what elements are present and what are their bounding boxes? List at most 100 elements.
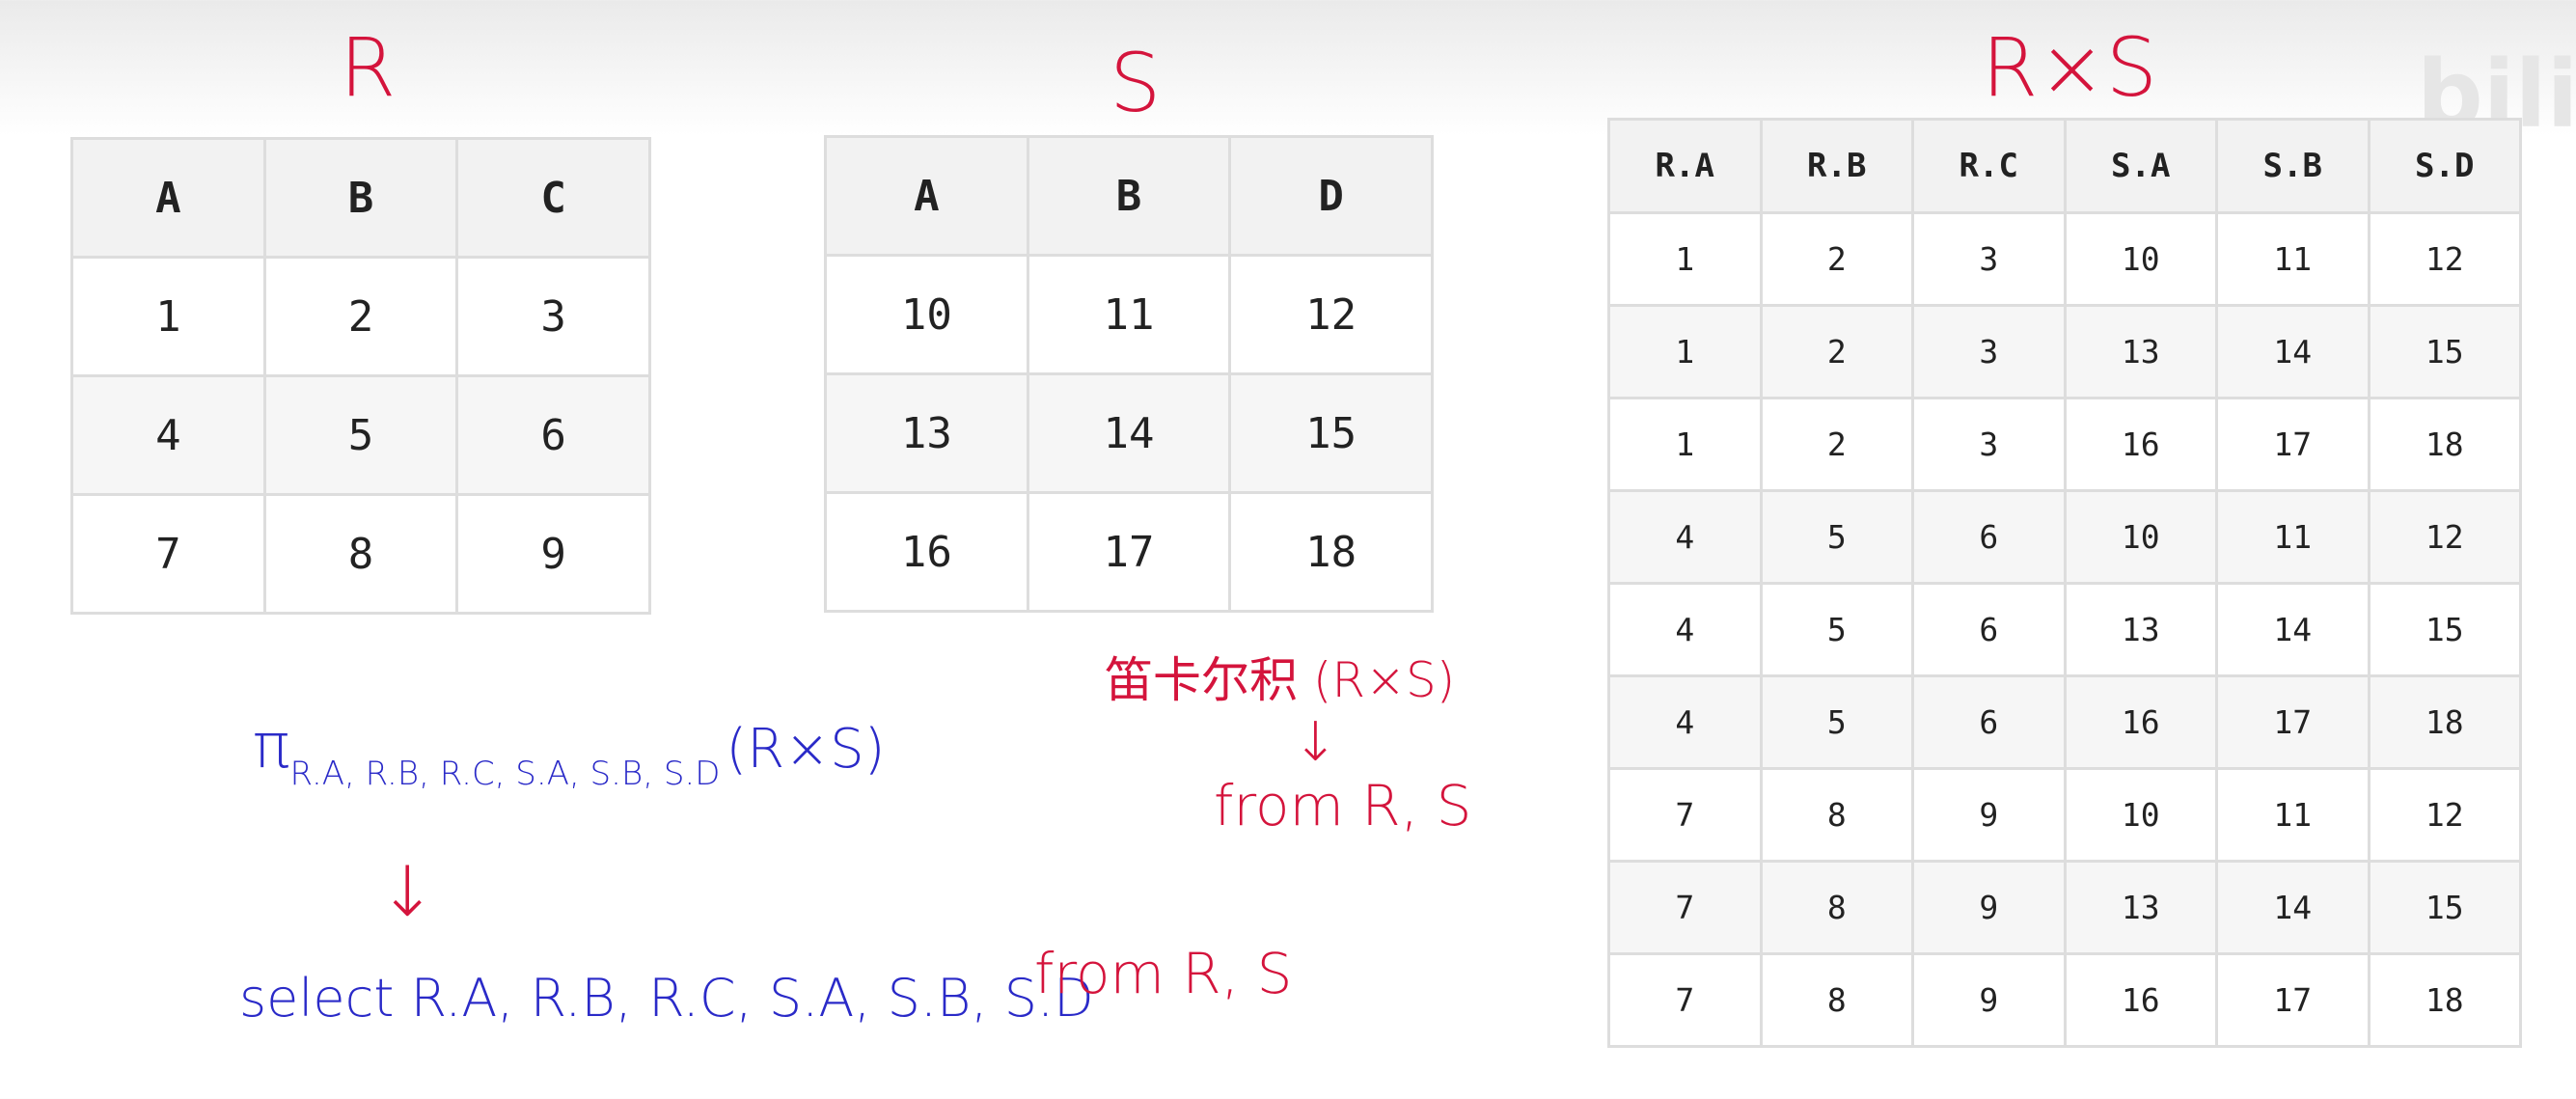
column-header: R.C	[1911, 118, 2067, 214]
select-statement: select R.A, R.B, R.C, S.A, S.B, S.D	[239, 968, 1094, 1029]
column-header: B	[262, 137, 459, 259]
table-cell: 5	[262, 374, 459, 496]
table-cell: 7	[70, 493, 266, 615]
table-cell: 9	[1911, 860, 2067, 955]
table-cell: 16	[2063, 674, 2218, 770]
table-rxs-title: R×S	[1982, 20, 2158, 115]
column-header: S.A	[2063, 118, 2218, 214]
table-row: 7 8 9 10 11 12	[1607, 767, 2522, 863]
table-cell: 12	[1228, 254, 1434, 375]
table-cell: 8	[1759, 767, 1914, 863]
table-row: 4 5 6 10 11 12	[1607, 489, 2522, 585]
table-cell: 6	[1911, 582, 2067, 677]
table-cell: 18	[1228, 491, 1434, 613]
table-cell: 17	[1026, 491, 1232, 613]
table-row: 16 17 18	[824, 491, 1434, 613]
table-cell: 9	[455, 493, 651, 615]
table-cell: 6	[1911, 489, 2067, 585]
column-header: D	[1228, 135, 1434, 257]
table-row: 10 11 12	[824, 254, 1434, 375]
table-cell: 9	[1911, 952, 2067, 1048]
table-cell: 13	[824, 372, 1029, 494]
table-cell: 11	[2215, 489, 2370, 585]
table-cell: 15	[2367, 304, 2522, 399]
table-cell: 10	[824, 254, 1029, 375]
table-cell: 11	[2215, 211, 2370, 307]
cartesian-product-label: 笛卡尔积 (R×S)	[1105, 652, 1456, 708]
table-cell: 1	[1607, 397, 1763, 492]
table-cell: 18	[2367, 674, 2522, 770]
table-cell: 4	[1607, 489, 1763, 585]
table-cell: 4	[1607, 674, 1763, 770]
table-header-row: R.A R.B R.C S.A S.B S.D	[1607, 118, 2522, 214]
table-cell: 5	[1759, 582, 1914, 677]
table-rxs: R.A R.B R.C S.A S.B S.D 1 2 3 10 11 12 1…	[1607, 118, 2522, 1048]
table-cell: 2	[1759, 211, 1914, 307]
table-cell: 8	[1759, 860, 1914, 955]
table-cell: 4	[1607, 582, 1763, 677]
table-cell: 10	[2063, 211, 2218, 307]
table-cell: 3	[1911, 211, 2067, 307]
table-s-title: S	[1110, 36, 1162, 130]
table-cell: 14	[2215, 304, 2370, 399]
column-header: A	[70, 137, 266, 259]
table-cell: 11	[2215, 767, 2370, 863]
projection-argument: (R×S)	[726, 718, 886, 781]
table-r: A B C 1 2 3 4 5 6 7 8 9	[70, 137, 651, 615]
cartesian-down-arrow-icon: ↓	[1293, 711, 1338, 774]
table-cell: 7	[1607, 860, 1763, 955]
table-cell: 13	[2063, 304, 2218, 399]
table-row: 13 14 15	[824, 372, 1434, 494]
column-header: S.D	[2367, 118, 2522, 214]
table-row: 1 2 3 16 17 18	[1607, 397, 2522, 492]
table-cell: 8	[1759, 952, 1914, 1048]
column-header: R.A	[1607, 118, 1763, 214]
table-cell: 13	[2063, 582, 2218, 677]
table-cell: 14	[2215, 582, 2370, 677]
projection-symbol: π	[253, 711, 290, 783]
table-s: A B D 10 11 12 13 14 15 16 17 18	[824, 135, 1434, 613]
table-row: 1 2 3 13 14 15	[1607, 304, 2522, 399]
projection-expression: πR.A, R.B, R.C, S.A, S.B, S.D (R×S)	[253, 716, 886, 790]
column-header: A	[824, 135, 1029, 257]
table-cell: 2	[262, 256, 459, 377]
table-cell: 15	[1228, 372, 1434, 494]
table-cell: 17	[2215, 397, 2370, 492]
column-header: S.B	[2215, 118, 2370, 214]
table-cell: 17	[2215, 674, 2370, 770]
table-cell: 1	[1607, 304, 1763, 399]
table-row: 1 2 3	[70, 256, 651, 377]
table-cell: 7	[1607, 767, 1763, 863]
table-cell: 18	[2367, 952, 2522, 1048]
table-row: 1 2 3 10 11 12	[1607, 211, 2522, 307]
table-row: 4 5 6	[70, 374, 651, 496]
table-cell: 5	[1759, 489, 1914, 585]
table-cell: 1	[1607, 211, 1763, 307]
projection-down-arrow-icon: ↓	[378, 851, 437, 932]
table-cell: 12	[2367, 211, 2522, 307]
table-cell: 17	[2215, 952, 2370, 1048]
table-cell: 13	[2063, 860, 2218, 955]
column-header: C	[455, 137, 651, 259]
table-header-row: A B C	[70, 137, 651, 259]
table-row: 4 5 6 16 17 18	[1607, 674, 2522, 770]
table-cell: 10	[2063, 489, 2218, 585]
table-cell: 16	[2063, 397, 2218, 492]
table-r-title: R	[340, 20, 397, 115]
table-cell: 12	[2367, 489, 2522, 585]
table-cell: 18	[2367, 397, 2522, 492]
projection-attributes: R.A, R.B, R.C, S.A, S.B, S.D	[289, 755, 721, 793]
table-row: 7 8 9 13 14 15	[1607, 860, 2522, 955]
table-cell: 14	[2215, 860, 2370, 955]
table-row: 4 5 6 13 14 15	[1607, 582, 2522, 677]
table-cell: 2	[1759, 397, 1914, 492]
table-cell: 16	[2063, 952, 2218, 1048]
table-cell: 5	[1759, 674, 1914, 770]
table-cell: 1	[70, 256, 266, 377]
table-cell: 14	[1026, 372, 1232, 494]
table-cell: 6	[455, 374, 651, 496]
table-cell: 3	[1911, 397, 2067, 492]
table-row: 7 8 9 16 17 18	[1607, 952, 2522, 1048]
table-cell: 9	[1911, 767, 2067, 863]
table-cell: 2	[1759, 304, 1914, 399]
